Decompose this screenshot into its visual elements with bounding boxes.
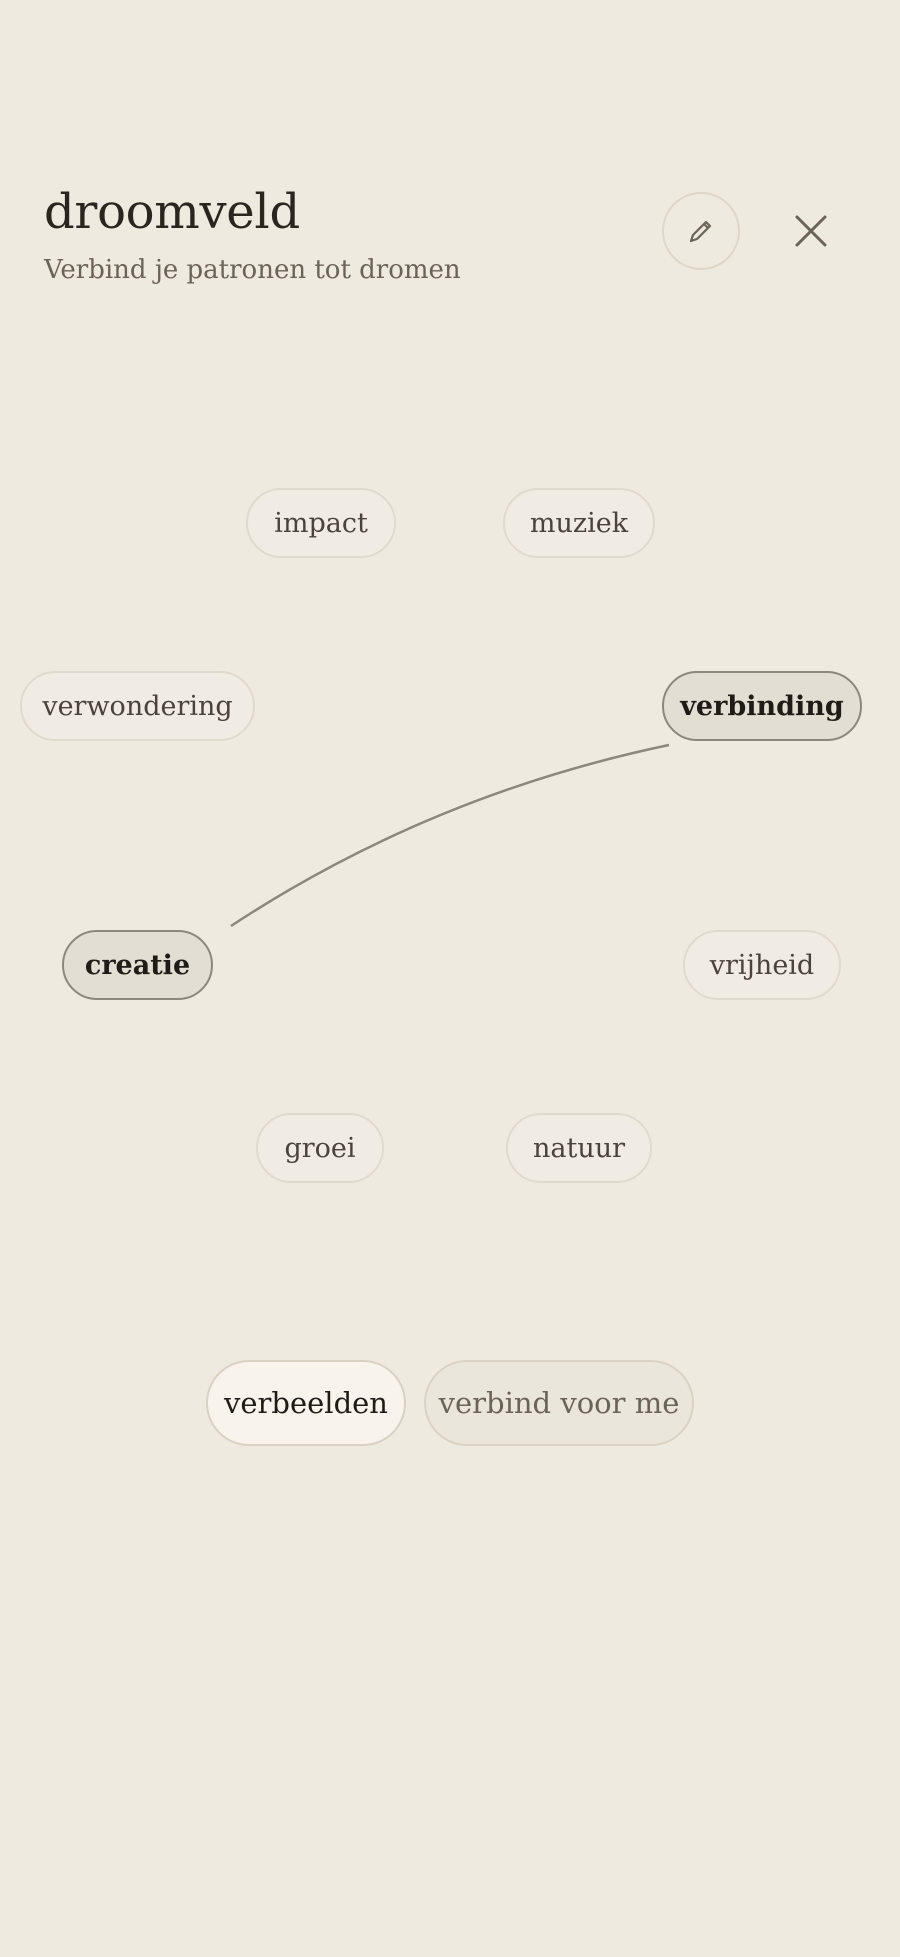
connect-for-me-button[interactable]: verbind voor me: [424, 1360, 694, 1446]
word-chip-groei[interactable]: groei: [256, 1113, 384, 1183]
word-chip-verwondering[interactable]: verwondering: [20, 671, 255, 741]
word-chip-impact[interactable]: impact: [246, 488, 396, 558]
word-chip-verbinding[interactable]: verbinding: [662, 671, 862, 741]
word-chip-muziek[interactable]: muziek: [503, 488, 655, 558]
word-chip-creatie[interactable]: creatie: [62, 930, 213, 1000]
word-chip-vrijheid[interactable]: vrijheid: [683, 930, 841, 1000]
dream-field: impact muziek verwondering verbinding cr…: [0, 0, 900, 1957]
examples-button[interactable]: verbeelden: [206, 1360, 406, 1446]
word-chip-natuur[interactable]: natuur: [506, 1113, 652, 1183]
